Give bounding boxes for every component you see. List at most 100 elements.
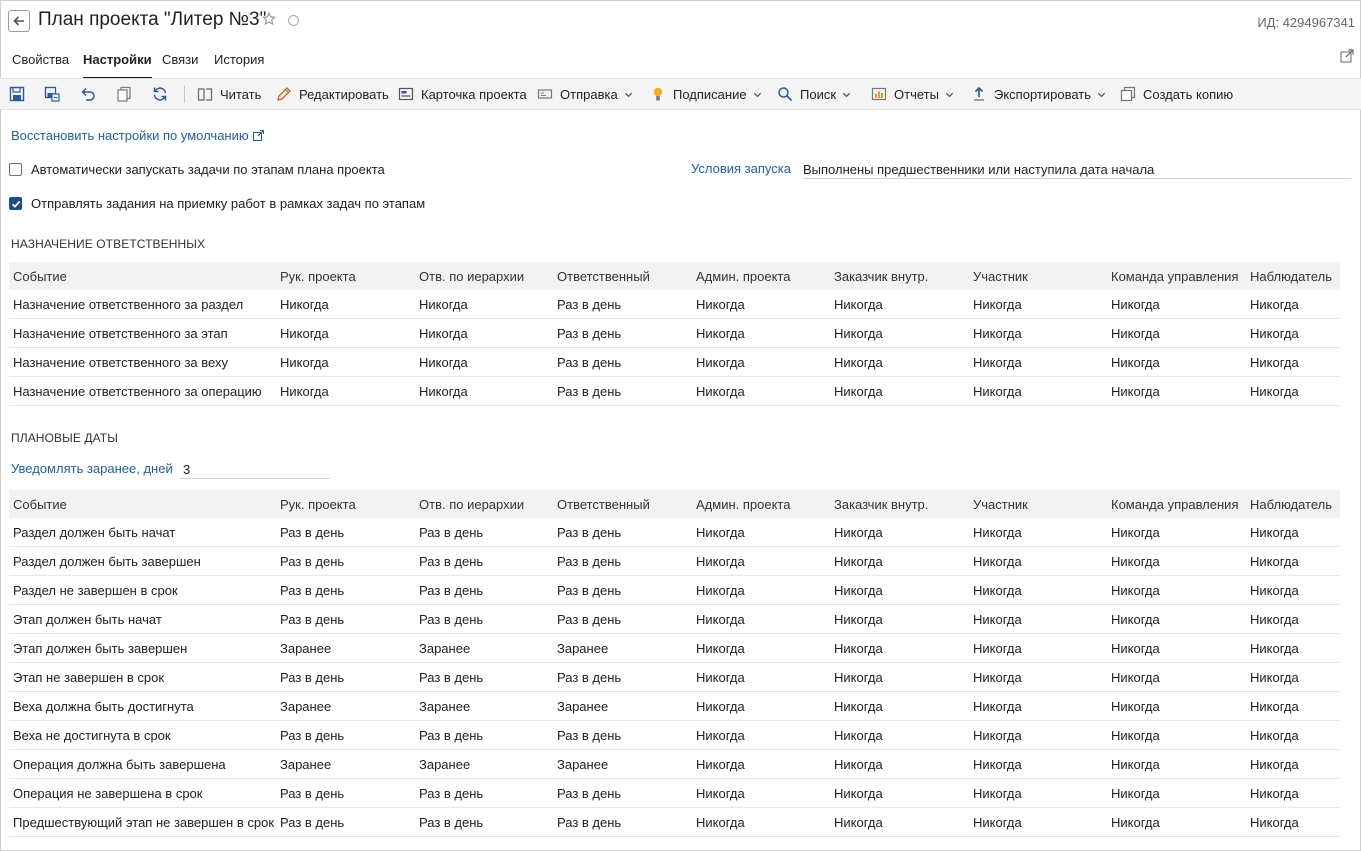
frequency-cell-internal-customer[interactable]: Никогда bbox=[834, 547, 883, 575]
frequency-cell-project-manager[interactable]: Раз в день bbox=[280, 779, 344, 807]
frequency-cell-hierarchy-responsible[interactable]: Раз в день bbox=[419, 808, 483, 836]
column-header-project-manager[interactable]: Рук. проекта bbox=[280, 490, 356, 518]
frequency-cell-project-manager[interactable]: Раз в день bbox=[280, 808, 344, 836]
save-icon[interactable] bbox=[9, 86, 25, 102]
copy-icon[interactable] bbox=[116, 86, 132, 102]
column-header-responsible[interactable]: Ответственный bbox=[557, 262, 650, 290]
frequency-cell-project-admin[interactable]: Никогда bbox=[696, 808, 745, 836]
frequency-cell-project-admin[interactable]: Никогда bbox=[696, 518, 745, 546]
frequency-cell-project-admin[interactable]: Никогда bbox=[696, 576, 745, 604]
frequency-cell-project-manager[interactable]: Никогда bbox=[280, 319, 329, 347]
frequency-cell-project-manager[interactable]: Никогда bbox=[280, 377, 329, 405]
column-header-hierarchy-responsible[interactable]: Отв. по иерархии bbox=[419, 262, 524, 290]
table-row[interactable]: Назначение ответственного за веху Никогда… bbox=[9, 348, 1340, 377]
frequency-cell-participant[interactable]: Никогда bbox=[973, 663, 1022, 691]
frequency-cell-observer[interactable]: Никогда bbox=[1250, 779, 1299, 807]
frequency-cell-responsible[interactable]: Раз в день bbox=[557, 547, 621, 575]
frequency-cell-participant[interactable]: Никогда bbox=[973, 518, 1022, 546]
column-header-internal-customer[interactable]: Заказчик внутр. bbox=[834, 490, 928, 518]
frequency-cell-hierarchy-responsible[interactable]: Никогда bbox=[419, 290, 468, 318]
frequency-cell-project-admin[interactable]: Никогда bbox=[696, 634, 745, 662]
reports-button[interactable]: Отчеты bbox=[871, 79, 954, 109]
refresh-icon[interactable] bbox=[152, 86, 168, 102]
notify-days-input[interactable]: 3 bbox=[180, 462, 330, 479]
frequency-cell-project-admin[interactable]: Никогда bbox=[696, 605, 745, 633]
frequency-cell-observer[interactable]: Никогда bbox=[1250, 721, 1299, 749]
send-tasks-checkbox[interactable] bbox=[9, 197, 22, 210]
frequency-cell-observer[interactable]: Никогда bbox=[1250, 663, 1299, 691]
table-row[interactable]: Этап не завершен в срок Раз в день Раз в д… bbox=[9, 663, 1340, 692]
frequency-cell-management-team[interactable]: Никогда bbox=[1111, 808, 1160, 836]
frequency-cell-project-admin[interactable]: Никогда bbox=[696, 290, 745, 318]
frequency-cell-internal-customer[interactable]: Никогда bbox=[834, 634, 883, 662]
table-row[interactable]: Веха не достигнута в срок Раз в день Раз в… bbox=[9, 721, 1340, 750]
column-header-event[interactable]: Событие bbox=[13, 490, 67, 518]
column-header-participant[interactable]: Участник bbox=[973, 490, 1028, 518]
frequency-cell-responsible[interactable]: Раз в день bbox=[557, 377, 621, 405]
frequency-cell-internal-customer[interactable]: Никогда bbox=[834, 750, 883, 778]
frequency-cell-project-admin[interactable]: Никогда bbox=[696, 692, 745, 720]
open-external-icon[interactable] bbox=[1340, 49, 1354, 63]
frequency-cell-internal-customer[interactable]: Никогда bbox=[834, 779, 883, 807]
frequency-cell-observer[interactable]: Никогда bbox=[1250, 605, 1299, 633]
column-header-project-admin[interactable]: Админ. проекта bbox=[696, 262, 790, 290]
frequency-cell-project-manager[interactable]: Раз в день bbox=[280, 663, 344, 691]
status-circle-icon[interactable] bbox=[288, 15, 299, 26]
frequency-cell-management-team[interactable]: Никогда bbox=[1111, 518, 1160, 546]
notify-days-label[interactable]: Уведомлять заранее, дней bbox=[11, 461, 173, 476]
send-tasks-option[interactable]: Отправлять задания на приемку работ в ра… bbox=[9, 196, 425, 211]
frequency-cell-internal-customer[interactable]: Никогда bbox=[834, 663, 883, 691]
frequency-cell-observer[interactable]: Никогда bbox=[1250, 634, 1299, 662]
frequency-cell-hierarchy-responsible[interactable]: Раз в день bbox=[419, 663, 483, 691]
frequency-cell-participant[interactable]: Никогда bbox=[973, 605, 1022, 633]
frequency-cell-project-manager[interactable]: Раз в день bbox=[280, 518, 344, 546]
frequency-cell-management-team[interactable]: Никогда bbox=[1111, 663, 1160, 691]
auto-start-checkbox[interactable] bbox=[9, 163, 22, 176]
column-header-participant[interactable]: Участник bbox=[973, 262, 1028, 290]
table-row[interactable]: Назначение ответственного за раздел Никог… bbox=[9, 290, 1340, 319]
frequency-cell-observer[interactable]: Никогда bbox=[1250, 518, 1299, 546]
frequency-cell-responsible[interactable]: Раз в день bbox=[557, 663, 621, 691]
frequency-cell-responsible[interactable]: Раз в день bbox=[557, 348, 621, 376]
table-row[interactable]: Раздел не завершен в срок Раз в день Раз в… bbox=[9, 576, 1340, 605]
frequency-cell-management-team[interactable]: Никогда bbox=[1111, 547, 1160, 575]
frequency-cell-project-manager[interactable]: Никогда bbox=[280, 348, 329, 376]
column-header-management-team[interactable]: Команда управления bbox=[1111, 262, 1238, 290]
export-button[interactable]: Экспортировать bbox=[971, 79, 1106, 109]
frequency-cell-project-manager[interactable]: Заранее bbox=[280, 692, 331, 720]
frequency-cell-responsible[interactable]: Раз в день bbox=[557, 518, 621, 546]
frequency-cell-management-team[interactable]: Никогда bbox=[1111, 779, 1160, 807]
frequency-cell-project-admin[interactable]: Никогда bbox=[696, 721, 745, 749]
frequency-cell-responsible[interactable]: Заранее bbox=[557, 750, 608, 778]
frequency-cell-observer[interactable]: Никогда bbox=[1250, 750, 1299, 778]
frequency-cell-management-team[interactable]: Никогда bbox=[1111, 721, 1160, 749]
frequency-cell-management-team[interactable]: Никогда bbox=[1111, 319, 1160, 347]
restore-defaults-link[interactable]: Восстановить настройки по умолчанию bbox=[11, 128, 264, 143]
frequency-cell-project-admin[interactable]: Никогда bbox=[696, 319, 745, 347]
column-header-event[interactable]: Событие bbox=[13, 262, 67, 290]
frequency-cell-responsible[interactable]: Раз в день bbox=[557, 319, 621, 347]
frequency-cell-participant[interactable]: Никогда bbox=[973, 576, 1022, 604]
frequency-cell-project-admin[interactable]: Никогда bbox=[696, 377, 745, 405]
column-header-project-manager[interactable]: Рук. проекта bbox=[280, 262, 356, 290]
frequency-cell-hierarchy-responsible[interactable]: Заранее bbox=[419, 692, 470, 720]
tab-links[interactable]: Связи bbox=[162, 52, 198, 67]
frequency-cell-internal-customer[interactable]: Никогда bbox=[834, 518, 883, 546]
frequency-cell-participant[interactable]: Никогда bbox=[973, 634, 1022, 662]
frequency-cell-project-admin[interactable]: Никогда bbox=[696, 750, 745, 778]
column-header-observer[interactable]: Наблюдатель bbox=[1250, 490, 1332, 518]
frequency-cell-project-admin[interactable]: Никогда bbox=[696, 348, 745, 376]
frequency-cell-internal-customer[interactable]: Никогда bbox=[834, 377, 883, 405]
frequency-cell-observer[interactable]: Никогда bbox=[1250, 576, 1299, 604]
frequency-cell-participant[interactable]: Никогда bbox=[973, 779, 1022, 807]
frequency-cell-observer[interactable]: Никогда bbox=[1250, 547, 1299, 575]
save-close-icon[interactable] bbox=[44, 86, 60, 102]
table-row[interactable]: Предшествующий этап не завершен в срок Ра… bbox=[9, 808, 1340, 837]
frequency-cell-hierarchy-responsible[interactable]: Заранее bbox=[419, 750, 470, 778]
read-button[interactable]: Читать bbox=[197, 79, 261, 109]
column-header-project-admin[interactable]: Админ. проекта bbox=[696, 490, 790, 518]
frequency-cell-internal-customer[interactable]: Никогда bbox=[834, 290, 883, 318]
project-card-button[interactable]: Карточка проекта bbox=[398, 79, 527, 109]
signing-button[interactable]: Подписание bbox=[650, 79, 762, 109]
frequency-cell-hierarchy-responsible[interactable]: Раз в день bbox=[419, 605, 483, 633]
